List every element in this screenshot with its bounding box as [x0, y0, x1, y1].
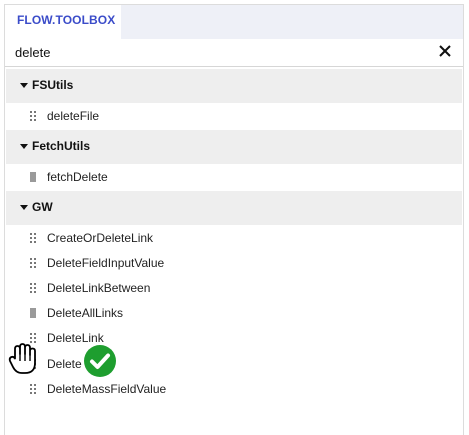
item-label: DeleteFieldInputValue — [47, 256, 165, 270]
item-label: DeleteAllLinks — [47, 306, 124, 320]
clear-search-button[interactable] — [435, 41, 455, 61]
list-item[interactable]: fetchDelete — [5, 165, 461, 189]
group-label: FetchUtils — [32, 139, 91, 153]
item-label: DeleteMassFieldValue — [47, 382, 167, 396]
search-bar — [5, 39, 463, 67]
item-label: DeleteLinkBetween — [47, 281, 151, 295]
list-item[interactable]: DeleteAllLinks — [5, 301, 461, 325]
item-label: CreateOrDeleteLink — [47, 231, 154, 245]
list-item[interactable]: CreateOrDeleteLink — [5, 226, 461, 250]
drag-handle-icon — [30, 308, 36, 318]
group-label: FSUtils — [32, 78, 74, 92]
drag-handle-icon — [30, 233, 36, 243]
close-icon — [439, 45, 451, 57]
list-item[interactable]: DeleteMassFieldValue — [5, 377, 461, 401]
drag-handle-icon — [30, 172, 36, 182]
group-header-gw[interactable]: GW — [6, 191, 462, 225]
drag-handle-icon — [30, 258, 36, 268]
caret-down-icon — [20, 205, 28, 210]
list-item[interactable]: deleteFile — [5, 104, 461, 128]
list-item[interactable]: DeleteLinkBetween — [5, 276, 461, 300]
check-circle-icon — [84, 345, 116, 377]
drag-handle-icon — [30, 384, 36, 394]
drag-handle-icon — [30, 283, 36, 293]
search-input[interactable] — [15, 42, 415, 62]
caret-down-icon — [20, 144, 28, 149]
item-label: Delete — [47, 357, 82, 371]
tab-bar: FLOW.TOOLBOX — [5, 5, 463, 39]
list-item[interactable]: DeleteLink — [5, 326, 461, 350]
caret-down-icon — [20, 83, 28, 88]
item-label: DeleteLink — [47, 331, 104, 345]
group-header-fsutils[interactable]: FSUtils — [6, 69, 462, 103]
tab-flow-toolbox[interactable]: FLOW.TOOLBOX — [5, 5, 121, 39]
group-label: GW — [32, 200, 53, 214]
list-item[interactable]: Delete — [5, 352, 461, 376]
item-label: deleteFile — [47, 109, 100, 123]
drag-handle-icon — [30, 111, 36, 121]
toolbox-panel: FLOW.TOOLBOX FSUtils deleteFile FetchUti… — [4, 4, 464, 435]
item-label: fetchDelete — [47, 170, 108, 184]
list-item[interactable]: DeleteFieldInputValue — [5, 251, 461, 275]
grab-hand-icon — [8, 343, 36, 374]
group-header-fetchutils[interactable]: FetchUtils — [6, 130, 462, 164]
